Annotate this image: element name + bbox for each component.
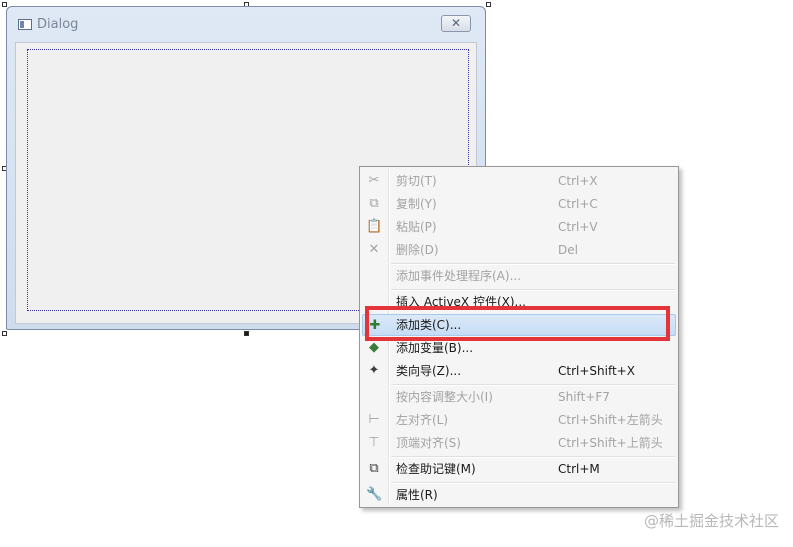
menu-item-delete[interactable]: ✕ 删除(D) Del xyxy=(362,239,676,261)
check-mnemonics-icon: ⧉ xyxy=(369,461,379,476)
menu-item-shortcut: Ctrl+X xyxy=(558,174,598,188)
menu-item-shortcut: Ctrl+V xyxy=(558,220,598,234)
menu-item-cut[interactable]: ✂ 剪切(T) Ctrl+X xyxy=(362,170,676,192)
add-variable-icon: ◆ xyxy=(369,340,379,355)
menu-item-align-top[interactable]: ⊤ 顶端对齐(S) Ctrl+Shift+上箭头 xyxy=(362,432,676,454)
menu-item-paste[interactable]: 📋 粘贴(P) Ctrl+V xyxy=(362,216,676,238)
delete-icon: ✕ xyxy=(368,242,380,257)
menu-item-label: 粘贴(P) xyxy=(396,220,437,234)
dialog-title: Dialog xyxy=(37,17,79,32)
menu-item-shortcut: Shift+F7 xyxy=(558,390,610,404)
menu-item-size-to-content[interactable]: 按内容调整大小(I) Shift+F7 xyxy=(362,386,676,408)
menu-item-label: 左对齐(L) xyxy=(396,413,449,427)
menu-item-label: 按内容调整大小(I) xyxy=(396,390,493,404)
menu-item-copy[interactable]: ⧉ 复制(Y) Ctrl+C xyxy=(362,193,676,215)
menu-item-label: 类向导(Z)... xyxy=(396,364,462,378)
menu-item-label: 属性(R) xyxy=(396,488,438,502)
paste-icon: 📋 xyxy=(366,219,383,234)
resize-handle-bottom[interactable] xyxy=(244,331,249,336)
align-left-icon: ⊢ xyxy=(368,412,380,427)
menu-item-check-mnemonics[interactable]: ⧉ 检查助记键(M) Ctrl+M xyxy=(362,458,676,480)
menu-item-label: 复制(Y) xyxy=(396,197,437,211)
dialog-titlebar[interactable]: Dialog ✕ xyxy=(7,7,485,41)
wrench-icon: 🔧 xyxy=(366,487,383,502)
scissors-icon: ✂ xyxy=(368,173,380,188)
menu-item-label: 顶端对齐(S) xyxy=(396,436,461,450)
class-wizard-icon: ✦ xyxy=(368,363,380,378)
menu-item-label: 添加变量(B)... xyxy=(396,341,474,355)
menu-item-align-left[interactable]: ⊢ 左对齐(L) Ctrl+Shift+左箭头 xyxy=(362,409,676,431)
menu-item-shortcut: Ctrl+Shift+X xyxy=(558,364,635,378)
menu-item-shortcut: Ctrl+M xyxy=(558,462,600,476)
menu-item-label: 添加事件处理程序(A)... xyxy=(396,269,522,283)
resize-handle-bottom-left[interactable] xyxy=(2,331,7,336)
menu-item-label: 删除(D) xyxy=(396,243,439,257)
menu-item-shortcut: Ctrl+C xyxy=(558,197,598,211)
menu-item-shortcut: Del xyxy=(558,243,578,257)
close-button[interactable]: ✕ xyxy=(441,15,471,32)
menu-item-shortcut: Ctrl+Shift+左箭头 xyxy=(558,413,663,427)
menu-item-label: 检查助记键(M) xyxy=(396,462,476,476)
highlight-annotation xyxy=(365,306,670,341)
watermark: @稀土掘金技术社区 xyxy=(643,512,779,530)
menu-item-add-event-handler[interactable]: 添加事件处理程序(A)... xyxy=(362,265,676,287)
window-icon xyxy=(18,19,32,30)
menu-item-shortcut: Ctrl+Shift+上箭头 xyxy=(558,436,663,450)
menu-item-properties[interactable]: 🔧 属性(R) xyxy=(362,484,676,506)
copy-icon: ⧉ xyxy=(369,196,379,211)
menu-item-label: 剪切(T) xyxy=(396,174,437,188)
close-icon: ✕ xyxy=(450,16,462,30)
design-canvas: Dialog ✕ ✂ 剪切(T) Ctrl+X ⧉ 复制(Y) Ctrl+C 📋… xyxy=(0,0,793,547)
resize-handle-top-right[interactable] xyxy=(486,2,491,7)
menu-item-class-wizard[interactable]: ✦ 类向导(Z)... Ctrl+Shift+X xyxy=(362,360,676,382)
align-top-icon: ⊤ xyxy=(368,435,380,450)
